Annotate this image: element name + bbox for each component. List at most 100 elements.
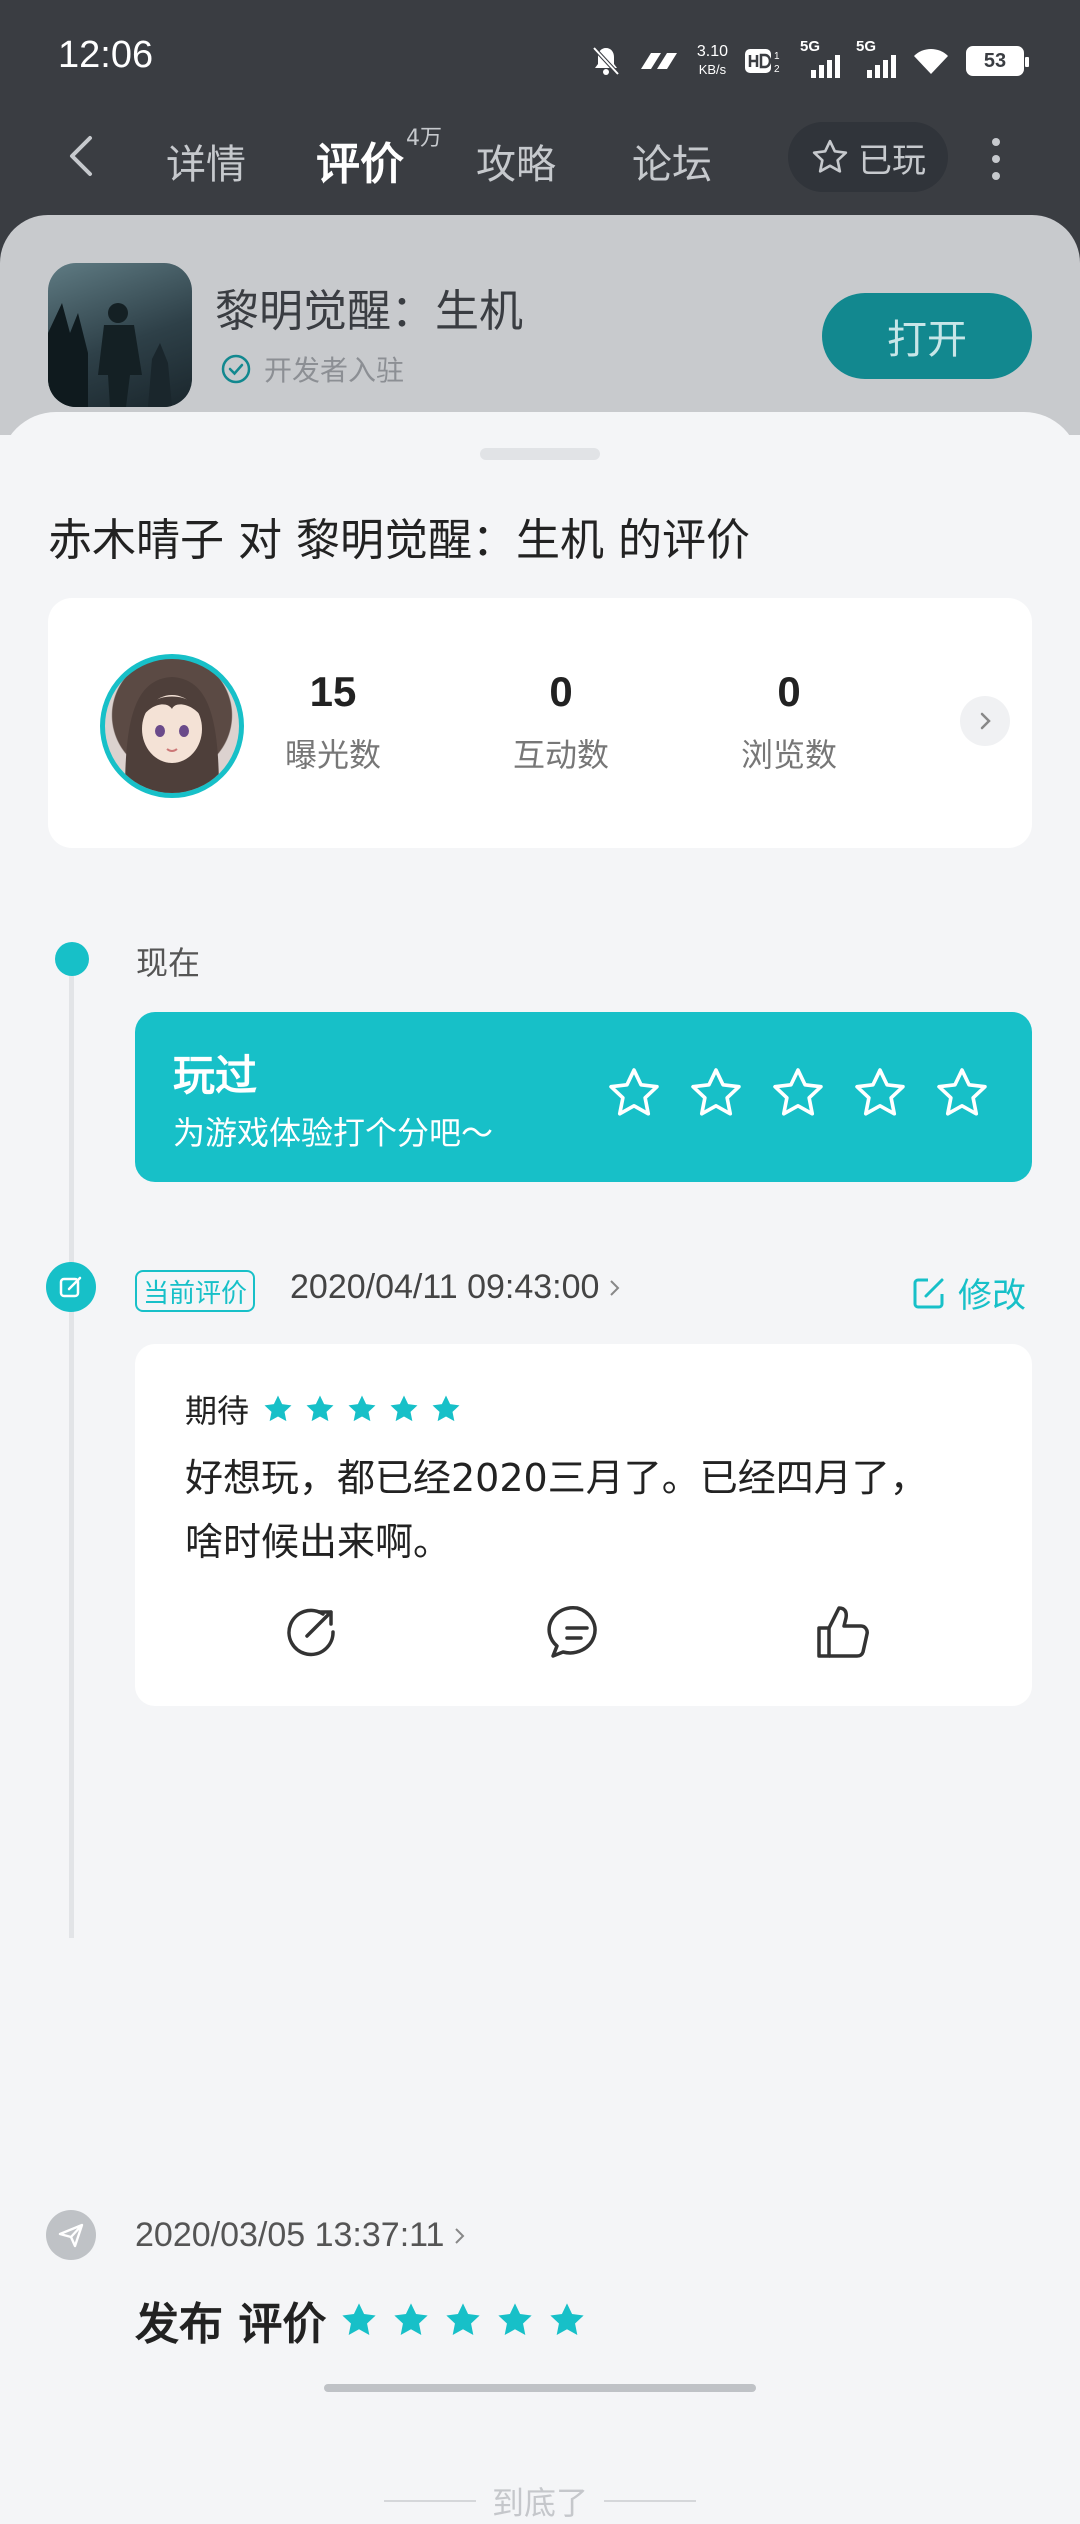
review-text: 好想玩，都已经2020三月了。已经四月了，啥时候出来啊。: [185, 1456, 928, 1564]
net-speed: 3.10 KB/s: [697, 43, 728, 79]
send-icon: [46, 2210, 96, 2260]
battery-icon: 53: [966, 46, 1029, 76]
now-label: 现在: [136, 944, 201, 982]
tab-guides[interactable]: 攻略: [476, 132, 556, 190]
played-button[interactable]: 已玩: [788, 122, 948, 192]
app-header-card: 黎明觉醒：生机 开发者入驻 打开: [0, 215, 1080, 435]
app-icon[interactable]: [48, 263, 192, 407]
timeline-dot-now: [55, 942, 89, 976]
divider: [604, 2500, 696, 2502]
star-outline-icon[interactable]: [687, 1064, 745, 1122]
signal-5g-icon: 5G: [800, 38, 840, 78]
signal-5g-icon: 5G: [856, 38, 896, 78]
review-stars: [261, 1392, 463, 1426]
sheet-drag-handle[interactable]: [480, 448, 600, 460]
mute-icon: [592, 46, 620, 76]
top-nav: 详情 评价 4万 攻略 论坛 已玩: [0, 110, 1080, 205]
star-filled-icon: [264, 1395, 292, 1422]
tab-reviews[interactable]: 评价: [316, 128, 404, 192]
chevron-right-icon: [610, 1279, 620, 1296]
stat-interactions: 0 互动数: [486, 668, 636, 776]
star-outline-icon[interactable]: [769, 1064, 827, 1122]
open-app-button[interactable]: 打开: [822, 293, 1032, 379]
share-icon[interactable]: [281, 1602, 341, 1662]
review-history-sheet: 赤木晴子 对 黎明觉醒：生机 的评价 15 曝光数 0 互动数 0 浏览数 现在…: [0, 412, 1080, 2522]
stat-interactions-label: 互动数: [512, 736, 609, 774]
star-outline-icon[interactable]: [605, 1064, 663, 1122]
thumbs-up-icon[interactable]: [813, 1602, 873, 1662]
rate-game-card[interactable]: 玩过 为游戏体验打个分吧～: [135, 1012, 1032, 1182]
star-filled-icon: [306, 1395, 334, 1422]
stat-exposure: 15 曝光数: [258, 668, 408, 776]
star-filled-icon: [394, 2303, 428, 2336]
star-outline-icon[interactable]: [851, 1064, 909, 1122]
star-filled-icon: [342, 2303, 376, 2336]
status-icons: 3.10 KB/s 12 5G 5G 53: [591, 38, 1029, 84]
status-bar: 12:06 3.10 KB/s 12 5G 5G 53: [0, 0, 1080, 120]
stat-exposure-value: 15: [309, 668, 357, 715]
status-time: 12:06: [58, 34, 154, 76]
played-label: 已玩: [858, 140, 926, 181]
sheet-heading: 赤木晴子 对 黎明觉醒：生机 的评价: [48, 515, 750, 566]
stat-views-label: 浏览数: [740, 736, 837, 774]
hd-icon: 12: [745, 49, 780, 75]
nfc-icon: [640, 53, 677, 69]
star-filled-icon: [550, 2303, 584, 2336]
review-rating-row: 期待: [185, 1386, 463, 1432]
review-actions: [135, 1602, 1032, 1672]
first-review-label: 发布 评价: [135, 2299, 327, 2350]
current-review-card[interactable]: 期待 好想玩，都已经2020三月了。已经四月了，啥时候出来啊。: [135, 1344, 1032, 1706]
edit-review-button[interactable]: 修改: [910, 1268, 1026, 1317]
end-label: 到底了: [491, 2484, 588, 2522]
first-review-row: 发布 评价: [135, 2288, 588, 2352]
battery-level: 53: [983, 49, 1007, 72]
net-speed-value: 3.10: [696, 43, 728, 60]
tab-forum[interactable]: 论坛: [632, 132, 712, 190]
back-arrow-icon[interactable]: [60, 132, 108, 180]
star-filled-icon: [432, 1395, 460, 1422]
net-speed-unit: KB/s: [698, 62, 727, 77]
divider: [383, 2500, 476, 2502]
current-review-datetime: 2020/04/11 09:43:00: [290, 1268, 600, 1306]
current-review-badge: 当前评价: [135, 1270, 256, 1312]
rate-card-subtitle: 为游戏体验打个分吧～: [173, 1114, 494, 1152]
review-tag: 期待: [185, 1392, 250, 1430]
edit-note-icon: [46, 1262, 96, 1312]
avatar: [100, 654, 244, 798]
edit-review-label: 修改: [958, 1276, 1026, 1316]
more-menu-icon[interactable]: [990, 138, 1002, 180]
first-review-datetime: 2020/03/05 13:37:11: [135, 2216, 445, 2254]
app-icon-art: [48, 303, 172, 407]
rate-card-title: 玩过: [173, 1051, 258, 1100]
timeline-line: [69, 952, 74, 1938]
stat-views: 0 浏览数: [714, 668, 864, 776]
wifi-icon: [914, 48, 948, 74]
star-filled-icon: [498, 2303, 532, 2336]
star-filled-icon: [446, 2303, 480, 2336]
svg-text:2: 2: [774, 64, 780, 75]
home-indicator[interactable]: [324, 2384, 756, 2392]
rating-stars-input[interactable]: [605, 1064, 991, 1122]
review-count-badge: 4万: [406, 126, 442, 151]
stats-card[interactable]: 15 曝光数 0 互动数 0 浏览数: [48, 598, 1032, 848]
chevron-right-icon[interactable]: [960, 696, 1010, 746]
stat-exposure-label: 曝光数: [284, 736, 381, 774]
edit-icon: [913, 1278, 944, 1308]
first-review-stars: [338, 2299, 588, 2341]
app-name: 黎明觉醒：生机: [215, 286, 523, 337]
tab-details[interactable]: 详情: [166, 132, 246, 190]
svg-text:1: 1: [774, 51, 780, 62]
first-review-date[interactable]: 2020/03/05 13:37:11: [135, 2216, 468, 2255]
avatar-art: [125, 677, 219, 793]
developer-verified: 开发者入驻: [220, 349, 404, 389]
current-review-date[interactable]: 2020/04/11 09:43:00: [290, 1268, 623, 1307]
end-of-list: 到底了: [0, 2478, 1080, 2524]
star-filled-icon: [348, 1395, 376, 1422]
chevron-right-icon: [455, 2227, 465, 2244]
check-circle-icon: [221, 354, 251, 384]
star-outline-icon: [812, 139, 848, 173]
star-filled-icon: [390, 1395, 418, 1422]
stat-interactions-value: 0: [549, 668, 573, 715]
comment-icon[interactable]: [547, 1602, 607, 1662]
star-outline-icon[interactable]: [933, 1064, 991, 1122]
